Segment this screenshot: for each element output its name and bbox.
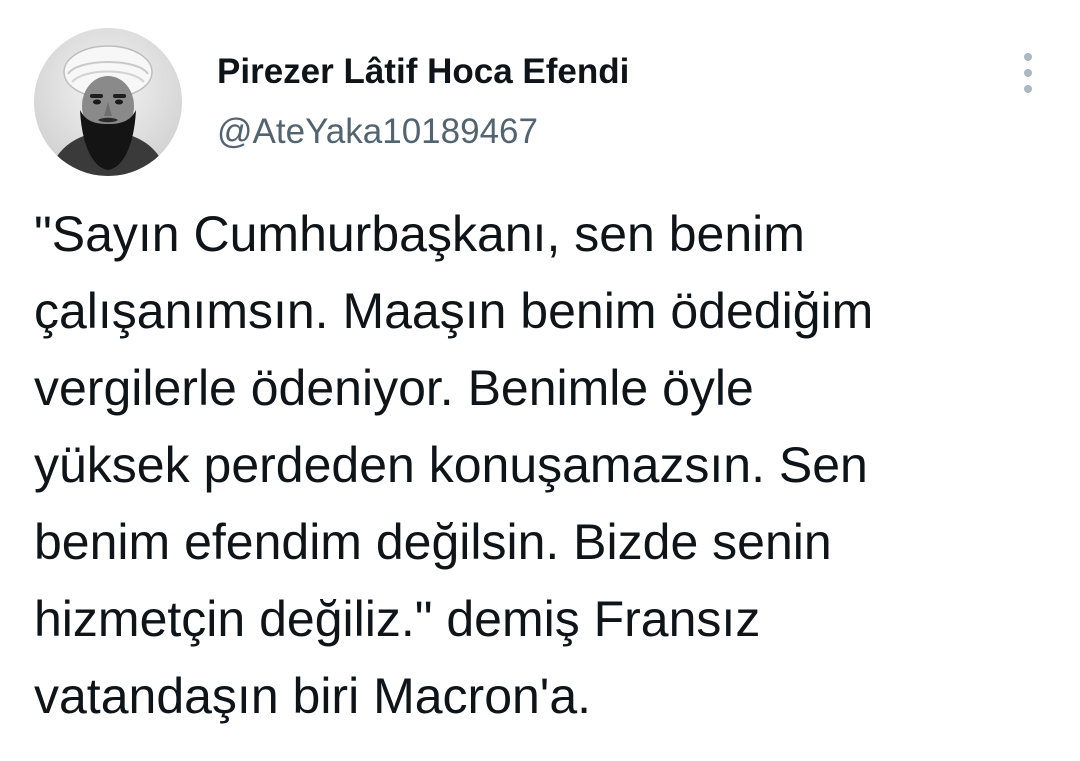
user-info: Pirezer Lâtif Hoca Efendi @AteYaka101894… — [217, 50, 629, 154]
vertical-ellipsis-icon — [1024, 53, 1032, 93]
display-name[interactable]: Pirezer Lâtif Hoca Efendi — [217, 50, 629, 94]
user-handle[interactable]: @AteYaka10189467 — [217, 110, 629, 154]
tweet-text: "Sayın Cumhurbaşkanı, sen benim çalışanı… — [34, 206, 874, 724]
more-options-button[interactable] — [1014, 48, 1042, 98]
avatar[interactable] — [34, 28, 182, 176]
tweet-card: Pirezer Lâtif Hoca Efendi @AteYaka101894… — [0, 0, 1080, 761]
tweet-header: Pirezer Lâtif Hoca Efendi @AteYaka101894… — [34, 28, 1044, 178]
profile-portrait-icon — [34, 28, 182, 176]
